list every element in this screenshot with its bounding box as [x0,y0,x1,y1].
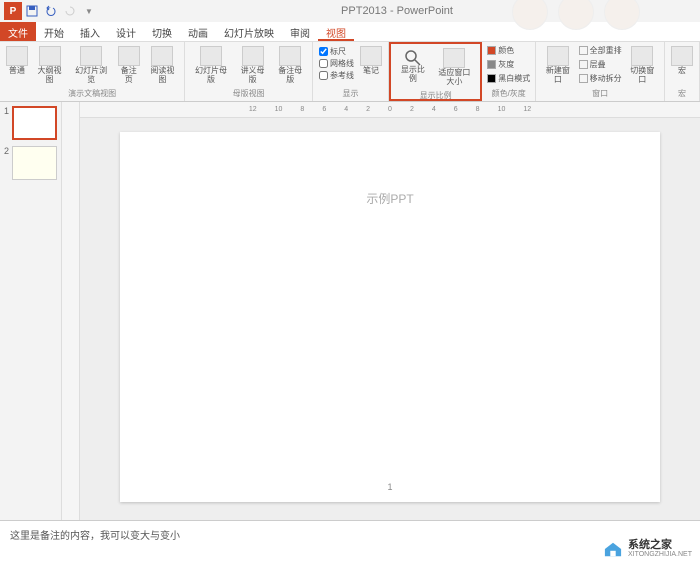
save-button[interactable] [23,2,41,20]
cascade-button[interactable]: 层叠 [578,58,623,71]
outline-view-icon [39,46,61,66]
blackwhite-button[interactable]: 黑白模式 [486,72,531,85]
notes-page-button[interactable]: 备注页 [115,44,143,87]
group-macros: 宏 宏 [665,42,700,101]
quick-access-toolbar: P ▼ [4,2,98,20]
notes-master-icon [279,46,301,66]
normal-view-button[interactable]: 普通 [4,44,30,78]
handout-master-icon [242,46,264,66]
slide-thumbnails-panel[interactable]: 1 2 [0,102,62,520]
slide-page-number: 1 [387,482,392,492]
slide-master-icon [200,46,222,66]
ribbon: 普通 大纲视图 幻灯片浏览 备注页 阅读视图 演示文稿视图 幻灯片母版 讲义母版… [0,42,700,102]
reading-view-icon [151,46,173,66]
arrange-icon [579,46,588,55]
watermark-cn: 系统之家 [628,540,692,551]
group-zoom: 显示比例 适应窗口大小 显示比例 [389,42,482,101]
cascade-icon [579,60,588,69]
ruler-checkbox[interactable]: 标尺 [319,46,354,57]
group-presentation-views: 普通 大纲视图 幻灯片浏览 备注页 阅读视图 演示文稿视图 [0,42,185,101]
qat-dropdown[interactable]: ▼ [80,2,98,20]
split-icon [579,74,588,83]
zoom-button[interactable]: 显示比例 [395,46,431,86]
group-label-master-views: 母版视图 [189,87,308,99]
notes-page-icon [118,46,140,66]
tab-start[interactable]: 开始 [36,22,72,41]
handout-master-button[interactable]: 讲义母版 [235,44,271,87]
notes-button[interactable]: 笔记 [358,44,384,78]
grayscale-button[interactable]: 灰度 [486,58,531,71]
group-label-window: 窗口 [540,87,660,99]
new-window-icon [547,46,569,66]
group-color-grayscale: 颜色 灰度 黑白模式 颜色/灰度 [482,42,536,101]
undo-button[interactable] [42,2,60,20]
fit-window-icon [443,48,465,68]
group-label-pres-views: 演示文稿视图 [4,87,180,99]
undo-icon [45,5,57,17]
switch-window-button[interactable]: 切换窗口 [625,44,660,87]
vertical-ruler[interactable] [62,102,80,520]
thumbnail-1[interactable]: 1 [4,106,57,140]
slide-canvas[interactable]: 示例PPT 1 [80,118,700,520]
group-label-zoom: 显示比例 [395,89,476,101]
tab-slideshow[interactable]: 幻灯片放映 [216,22,282,41]
redo-button[interactable] [61,2,79,20]
color-button[interactable]: 颜色 [486,44,531,57]
normal-view-icon [6,46,28,66]
magnifier-icon [403,48,423,66]
tab-transition[interactable]: 切换 [144,22,180,41]
watermark-en: XITONGZHIJIA.NET [628,551,692,558]
gray-swatch-icon [487,60,496,69]
workspace: 1 2 12108642024681012 示例PPT 1 [0,102,700,520]
thumbnail-2[interactable]: 2 [4,146,57,180]
house-icon [602,540,624,558]
app-icon[interactable]: P [4,2,22,20]
tab-review[interactable]: 审阅 [282,22,318,41]
tab-insert[interactable]: 插入 [72,22,108,41]
color-swatch-icon [487,46,496,55]
edit-area: 12108642024681012 示例PPT 1 [62,102,700,520]
macros-icon [671,46,693,66]
new-window-button[interactable]: 新建窗口 [540,44,575,87]
slide-sorter-button[interactable]: 幻灯片浏览 [69,44,113,87]
macros-button[interactable]: 宏 [669,44,695,78]
tab-file[interactable]: 文件 [0,22,36,41]
notes-icon [360,46,382,66]
group-label-color: 颜色/灰度 [486,87,531,99]
tab-view[interactable]: 视图 [318,22,354,41]
reading-view-button[interactable]: 阅读视图 [145,44,181,87]
notes-pane[interactable]: 这里是备注的内容，我可以变大与变小 [0,520,700,548]
group-window: 新建窗口 全部重排 层叠 移动拆分 切换窗口 窗口 [536,42,665,101]
notes-master-button[interactable]: 备注母版 [272,44,308,87]
fit-window-button[interactable]: 适应窗口大小 [433,46,477,89]
redo-icon [64,5,76,17]
outline-view-button[interactable]: 大纲视图 [32,44,68,87]
slide-title-text[interactable]: 示例PPT [366,190,413,207]
slide-sorter-icon [80,46,102,66]
slide[interactable]: 示例PPT 1 [120,132,660,502]
switch-window-icon [631,46,653,66]
group-master-views: 幻灯片母版 讲义母版 备注母版 母版视图 [185,42,313,101]
arrange-all-button[interactable]: 全部重排 [578,44,623,57]
group-label-macros: 宏 [669,87,695,99]
slide-master-button[interactable]: 幻灯片母版 [189,44,233,87]
decorative-circles [512,0,640,30]
save-icon [26,5,38,17]
thumbnail-1-preview [12,106,57,140]
watermark: 系统之家 XITONGZHIJIA.NET [602,540,692,558]
group-label-show: 显示 [317,87,384,99]
tab-animation[interactable]: 动画 [180,22,216,41]
group-show: 标尺 网格线 参考线 笔记 显示 [313,42,389,101]
gridlines-checkbox[interactable]: 网格线 [319,58,354,69]
bw-swatch-icon [487,74,496,83]
notes-text[interactable]: 这里是备注的内容，我可以变大与变小 [10,531,180,542]
thumbnail-2-preview [12,146,57,180]
guides-checkbox[interactable]: 参考线 [319,70,354,81]
tab-design[interactable]: 设计 [108,22,144,41]
horizontal-ruler[interactable]: 12108642024681012 [80,102,700,118]
move-split-button[interactable]: 移动拆分 [578,72,623,85]
